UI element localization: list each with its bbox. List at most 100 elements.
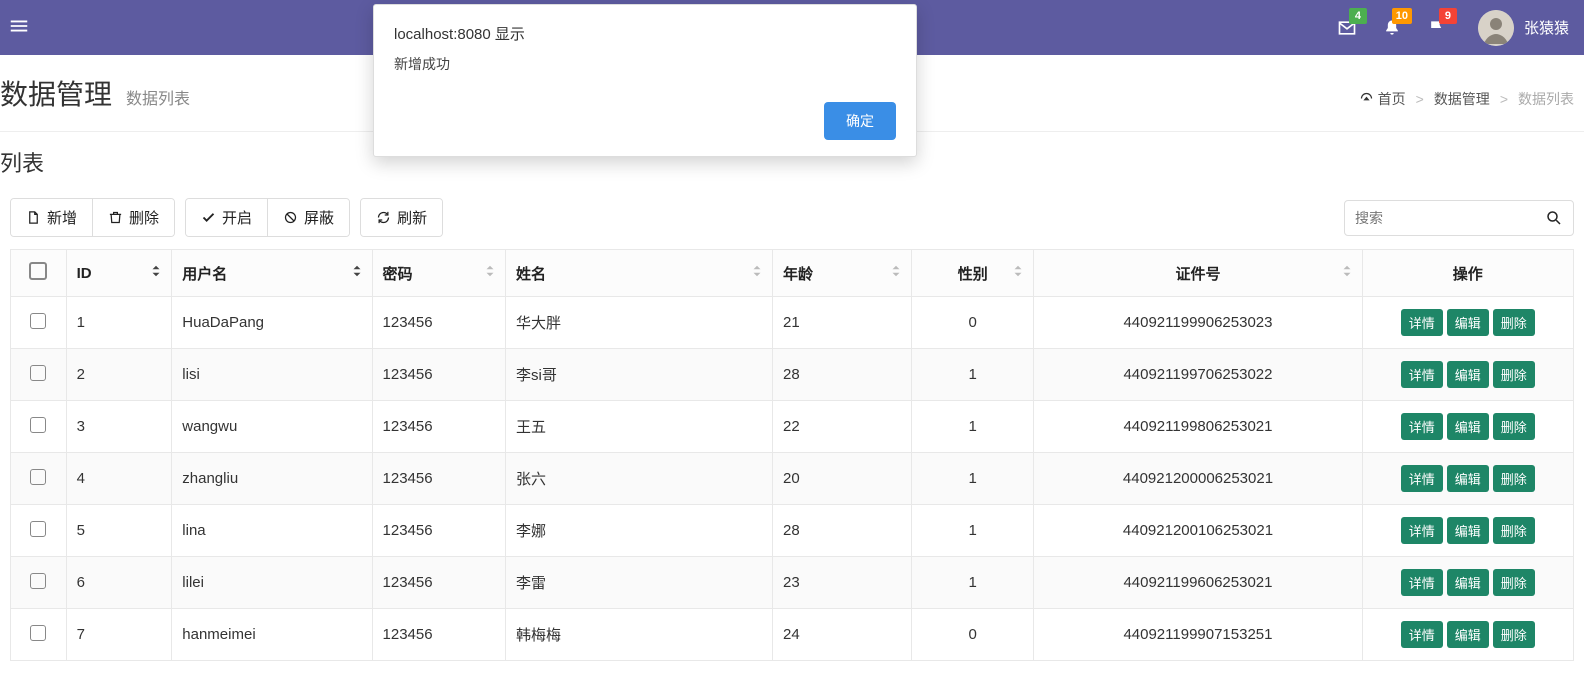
notifications-badge: 10 [1392, 8, 1412, 24]
edit-button[interactable]: 编辑 [1447, 569, 1489, 596]
cell-id: 2 [66, 349, 172, 401]
cell-ops: 详情编辑删除 [1362, 401, 1573, 453]
user-name: 张猿猿 [1524, 17, 1569, 38]
cell-id: 1 [66, 297, 172, 349]
row-delete-button[interactable]: 删除 [1493, 309, 1535, 336]
row-delete-button[interactable]: 删除 [1493, 517, 1535, 544]
breadcrumb-home[interactable]: 首页 [1359, 89, 1406, 109]
row-delete-button[interactable]: 删除 [1493, 361, 1535, 388]
cell-password: 123456 [372, 609, 505, 661]
notifications-button[interactable]: 10 [1370, 0, 1415, 55]
search-icon[interactable] [1545, 209, 1563, 227]
flag-button[interactable]: 9 [1415, 0, 1460, 55]
cell-id: 7 [66, 609, 172, 661]
row-delete-button[interactable]: 删除 [1493, 569, 1535, 596]
cell-name: 李娜 [506, 505, 773, 557]
row-checkbox[interactable] [30, 417, 46, 433]
cell-age: 22 [772, 401, 911, 453]
edit-button[interactable]: 编辑 [1447, 361, 1489, 388]
cell-ops: 详情编辑删除 [1362, 453, 1573, 505]
cell-name: 华大胖 [506, 297, 773, 349]
cell-cert: 440921199806253021 [1034, 401, 1362, 453]
menu-icon [8, 15, 30, 37]
enable-button[interactable]: 开启 [186, 199, 268, 236]
cell-age: 20 [772, 453, 911, 505]
cell-cert: 440921199907153251 [1034, 609, 1362, 661]
row-checkbox[interactable] [30, 313, 46, 329]
cell-ops: 详情编辑删除 [1362, 349, 1573, 401]
cell-username: zhangliu [172, 453, 372, 505]
search-input[interactable] [1355, 210, 1545, 226]
table-row: 4zhangliu123456张六201440921200006253021详情… [11, 453, 1574, 505]
breadcrumb-mid[interactable]: 数据管理 [1434, 89, 1490, 109]
add-button[interactable]: 新增 [11, 199, 93, 236]
cell-name: 李雷 [506, 557, 773, 609]
cell-name: 张六 [506, 453, 773, 505]
cell-password: 123456 [372, 505, 505, 557]
col-header-password[interactable]: 密码 [372, 250, 505, 297]
col-header-id[interactable]: ID [66, 250, 172, 297]
edit-button[interactable]: 编辑 [1447, 621, 1489, 648]
cell-age: 28 [772, 505, 911, 557]
table-row: 5lina123456李娜281440921200106253021详情编辑删除 [11, 505, 1574, 557]
menu-toggle-button[interactable] [0, 15, 50, 40]
edit-button[interactable]: 编辑 [1447, 465, 1489, 492]
cell-age: 24 [772, 609, 911, 661]
cell-ops: 详情编辑删除 [1362, 609, 1573, 661]
cell-cert: 440921200006253021 [1034, 453, 1362, 505]
cell-cert: 440921199906253023 [1034, 297, 1362, 349]
detail-button[interactable]: 详情 [1401, 413, 1443, 440]
breadcrumb-last: 数据列表 [1518, 89, 1574, 109]
cell-username: lilei [172, 557, 372, 609]
breadcrumb-sep: > [1416, 91, 1424, 107]
cell-sex: 0 [912, 297, 1034, 349]
col-header-age[interactable]: 年龄 [772, 250, 911, 297]
edit-button[interactable]: 编辑 [1447, 517, 1489, 544]
delete-button[interactable]: 删除 [93, 199, 174, 236]
col-header-username[interactable]: 用户名 [172, 250, 372, 297]
detail-button[interactable]: 详情 [1401, 309, 1443, 336]
row-checkbox[interactable] [30, 469, 46, 485]
cell-ops: 详情编辑删除 [1362, 297, 1573, 349]
dialog-ok-button[interactable]: 确定 [824, 102, 896, 140]
select-all-checkbox[interactable] [29, 262, 47, 280]
row-delete-button[interactable]: 删除 [1493, 465, 1535, 492]
cell-age: 23 [772, 557, 911, 609]
table-row: 2lisi123456李si哥281440921199706253022详情编辑… [11, 349, 1574, 401]
user-menu[interactable]: 张猿猿 [1478, 10, 1569, 46]
cell-password: 123456 [372, 297, 505, 349]
row-checkbox[interactable] [30, 365, 46, 381]
breadcrumb-sep: > [1500, 91, 1508, 107]
edit-button[interactable]: 编辑 [1447, 309, 1489, 336]
block-button[interactable]: 屏蔽 [268, 199, 349, 236]
detail-button[interactable]: 详情 [1401, 569, 1443, 596]
cell-cert: 440921200106253021 [1034, 505, 1362, 557]
cell-username: wangwu [172, 401, 372, 453]
row-delete-button[interactable]: 删除 [1493, 621, 1535, 648]
cell-id: 4 [66, 453, 172, 505]
sort-icon [889, 264, 903, 282]
cell-id: 5 [66, 505, 172, 557]
refresh-button[interactable]: 刷新 [361, 199, 442, 236]
row-checkbox[interactable] [30, 625, 46, 641]
col-header-cert[interactable]: 证件号 [1034, 250, 1362, 297]
edit-button[interactable]: 编辑 [1447, 413, 1489, 440]
row-checkbox[interactable] [30, 573, 46, 589]
detail-button[interactable]: 详情 [1401, 517, 1443, 544]
cell-name: 王五 [506, 401, 773, 453]
detail-button[interactable]: 详情 [1401, 621, 1443, 648]
cell-cert: 440921199606253021 [1034, 557, 1362, 609]
ban-icon [283, 210, 298, 225]
row-delete-button[interactable]: 删除 [1493, 413, 1535, 440]
mail-button[interactable]: 4 [1325, 0, 1370, 55]
cell-sex: 1 [912, 557, 1034, 609]
detail-button[interactable]: 详情 [1401, 465, 1443, 492]
detail-button[interactable]: 详情 [1401, 361, 1443, 388]
cell-username: hanmeimei [172, 609, 372, 661]
col-header-ops: 操作 [1362, 250, 1573, 297]
row-checkbox[interactable] [30, 521, 46, 537]
page-subtitle: 数据列表 [126, 85, 190, 109]
col-header-name[interactable]: 姓名 [506, 250, 773, 297]
col-header-sex[interactable]: 性别 [912, 250, 1034, 297]
cell-password: 123456 [372, 349, 505, 401]
